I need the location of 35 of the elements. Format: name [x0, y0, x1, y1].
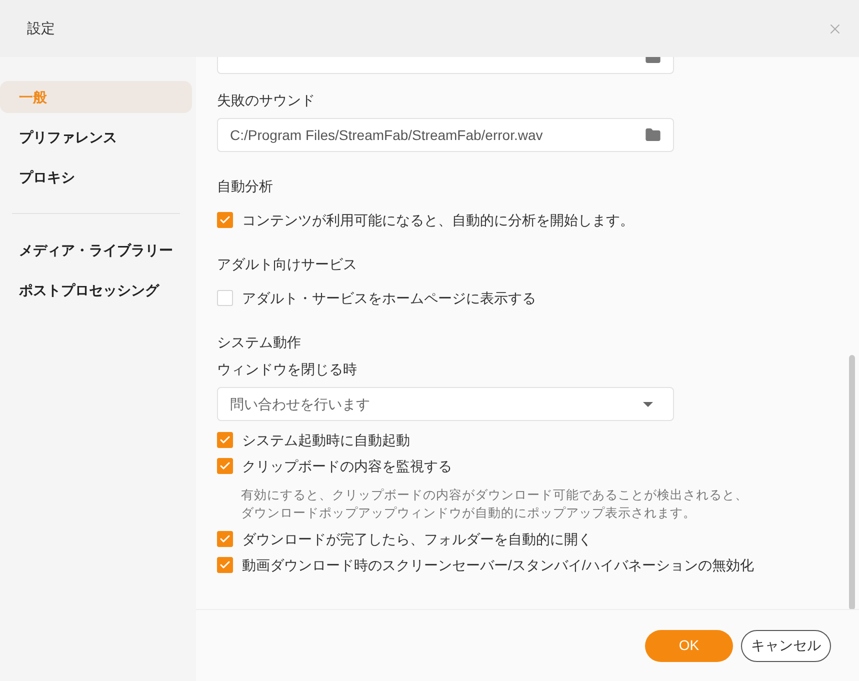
checkbox-label: コンテンツが利用可能になると、自動的に分析を開始します。 [242, 210, 634, 230]
sidebar-item[interactable]: ポストプロセッシング [0, 274, 192, 306]
checkbox[interactable] [217, 531, 233, 547]
description-text: 有効にすると、クリップボードの内容がダウンロード可能であることが検出されると、 [241, 487, 749, 504]
field-label: ウィンドウを閉じる時 [217, 360, 358, 379]
checkbox-label: クリップボードの内容を監視する [242, 456, 452, 476]
check-icon [219, 559, 231, 571]
file-path-field[interactable]: C:/Program Files/StreamFab/StreamFab/error.wav [217, 118, 674, 152]
sidebar-item[interactable]: メディア・ライブラリー [0, 234, 192, 266]
checkbox[interactable] [217, 432, 233, 448]
sidebar-item[interactable]: プロキシ [0, 161, 192, 193]
checkbox-label: 動画ダウンロード時のスクリーンセーバー/スタンバイ/ハイバネーションの無効化 [242, 556, 754, 574]
checkbox[interactable] [217, 557, 233, 573]
checkbox-label: システム起動時に自動起動 [242, 430, 410, 450]
check-icon [219, 434, 231, 446]
field-label: 失敗のサウンド [217, 91, 316, 110]
check-icon [219, 533, 231, 545]
checkbox[interactable] [217, 458, 233, 474]
checkbox[interactable] [217, 290, 233, 306]
checkbox-label: アダルト・サービスをホームページに表示する [242, 288, 536, 308]
check-icon [219, 214, 231, 226]
scrollbar[interactable] [849, 355, 855, 609]
section-heading: アダルト向けサービス [217, 255, 358, 274]
check-icon [219, 460, 231, 472]
checkbox[interactable] [217, 212, 233, 228]
checkbox-label: ダウンロードが完了したら、フォルダーを自動的に開く [242, 530, 592, 548]
cancel-button[interactable]: キャンセル [741, 630, 831, 662]
folder-icon[interactable] [645, 127, 661, 143]
sidebar-item[interactable]: プリファレンス [0, 121, 192, 153]
section-heading: 自動分析 [217, 177, 274, 196]
section-heading: システム動作 [217, 333, 302, 352]
description-text: ダウンロードポップアップウィンドウが自動的にポップアップ表示されます。 [241, 505, 697, 522]
window-title: 設定 [27, 19, 55, 38]
caret-icon [643, 402, 653, 406]
dropdown[interactable]: 問い合わせを行います [217, 387, 674, 421]
